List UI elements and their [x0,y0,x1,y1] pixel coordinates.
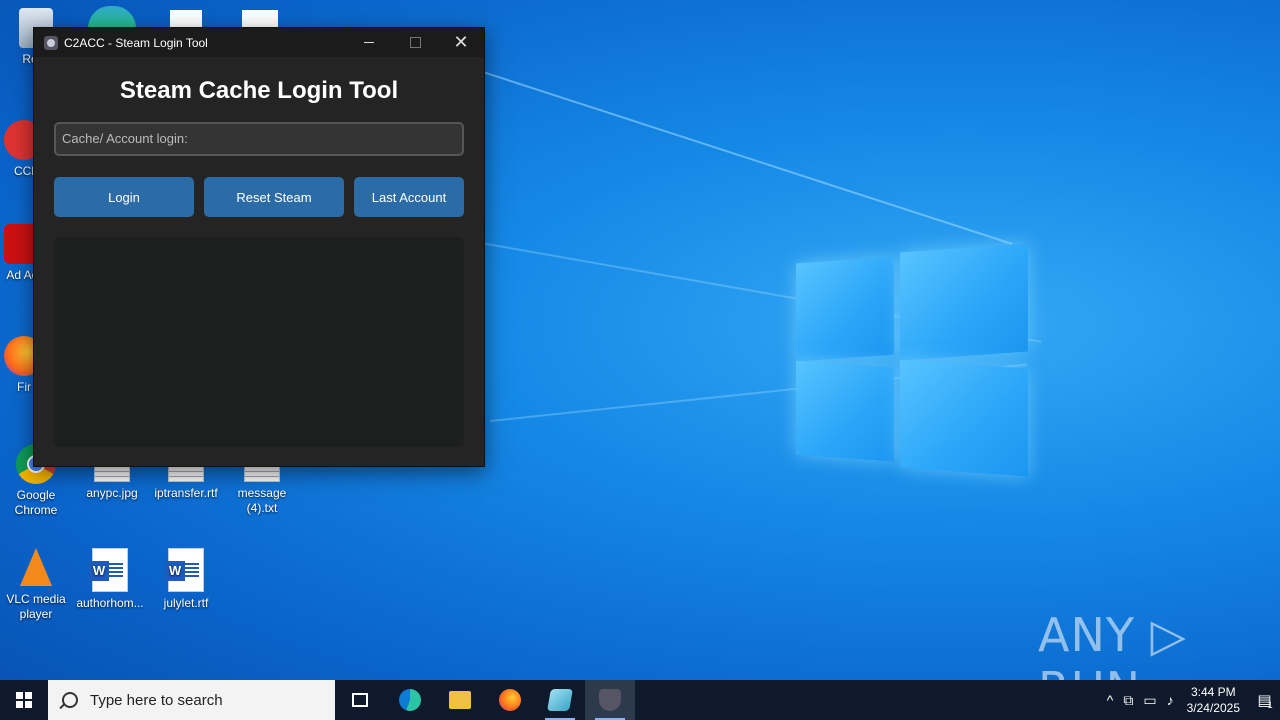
clock-date: 3/24/2025 [1186,701,1240,715]
notification-count: 1 [1267,700,1273,710]
desktop-icon-label: message (4).txt [237,486,287,515]
task-view-button[interactable] [335,680,385,720]
search-icon [62,692,78,708]
taskbar-steam-login-tool[interactable] [585,680,635,720]
minimize-button[interactable] [346,28,392,57]
word-document-icon: W [165,548,204,592]
firefox-icon [499,689,521,711]
window-titlebar[interactable]: C2ACC - Steam Login Tool ✕ [34,28,484,57]
notification-button[interactable]: ▤ 1 [1250,680,1280,720]
taskbar: Type here to search ^ ⧉ ▭ ♪ 3:44 PM 3/24… [0,680,1280,720]
desktop-icon-julylet-rtf[interactable]: W julylet.rtf [152,548,220,611]
word-document-icon: W [89,548,128,592]
last-account-button[interactable]: Last Account [354,177,464,217]
desktop-icon-authorhom[interactable]: W authorhom... [76,548,144,611]
window-title: C2ACC - Steam Login Tool [64,35,208,50]
taskbar-search-box[interactable]: Type here to search [48,680,335,720]
page-title: Steam Cache Login Tool [119,77,399,104]
windows-logo-wallpaper [796,242,1028,480]
taskbar-firefox[interactable] [485,680,535,720]
light-beam [479,70,1013,245]
taskbar-edge[interactable] [385,680,435,720]
task-view-icon [352,693,368,707]
vlc-icon [16,548,56,588]
maximize-button[interactable] [392,28,438,57]
login-button[interactable]: Login [54,177,194,217]
app-shield-icon [44,35,58,50]
desktop-icon-label: julylet.rtf [163,596,209,610]
desktop-icon-label: iptransfer.rtf [154,486,218,500]
word-desktop-icon[interactable] [242,10,278,28]
volume-icon[interactable]: ♪ [1167,692,1174,708]
steam-login-tool-window: C2ACC - Steam Login Tool ✕ Steam Cache L… [33,27,485,467]
desktop-icon-label: VLC media player [6,592,66,621]
network-icon[interactable]: ▭ [1143,692,1156,709]
close-button[interactable]: ✕ [438,28,484,57]
desktop-icon-vlc[interactable]: VLC media player [2,548,70,622]
account-login-input[interactable]: Cache/ Account login: [54,122,464,156]
clock-time: 3:44 PM [1190,685,1236,699]
edge-desktop-icon[interactable] [88,6,136,28]
desktop-icon-label: Google Chrome [14,488,58,517]
taskbar-notepad[interactable] [535,680,585,720]
taskbar-file-explorer[interactable] [435,680,485,720]
output-log-area[interactable] [54,237,464,447]
chevron-up-icon[interactable]: ^ [1107,692,1114,708]
system-tray: ^ ⧉ ▭ ♪ 3:44 PM 3/24/2025 ▤ 1 [1102,680,1280,720]
reset-steam-button[interactable]: Reset Steam [204,177,344,217]
meet-now-icon[interactable]: ⧉ [1123,692,1133,709]
edge-icon [399,689,421,711]
shield-icon [599,689,621,711]
desktop-icon-label: authorhom... [76,596,144,610]
start-button[interactable] [0,680,48,720]
notepad-icon [547,689,573,711]
desktop-icon-label: CCl [14,164,34,178]
document-desktop-icon[interactable] [170,10,202,28]
close-icon: ✕ [453,32,469,52]
clock[interactable]: 3:44 PM 3/24/2025 [1187,684,1240,716]
folder-icon [449,691,471,709]
windows-start-icon [16,692,32,708]
minimize-icon [364,42,374,43]
maximize-icon [409,37,421,48]
search-placeholder: Type here to search [90,691,223,709]
desktop-icon-label: anypc.jpg [86,486,138,500]
desktop-icon-label: Fir [17,380,31,394]
